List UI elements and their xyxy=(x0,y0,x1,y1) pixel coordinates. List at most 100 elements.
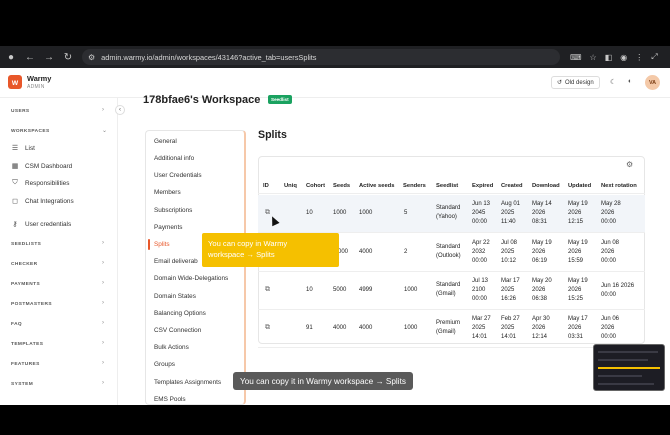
bookmark-star-icon[interactable]: ☆ xyxy=(590,53,597,62)
subnav-ems-pools[interactable]: EMS Pools xyxy=(154,396,186,403)
column-header[interactable]: Download xyxy=(532,183,560,189)
subnav-groups[interactable]: Groups xyxy=(154,361,175,368)
copy-icon[interactable]: ⧉ xyxy=(265,286,270,294)
download-cell: May 20 2026 06:38 xyxy=(532,277,552,304)
column-header[interactable]: Created xyxy=(501,183,523,189)
chevron-right-icon[interactable]: › xyxy=(102,280,104,286)
column-header[interactable]: Senders xyxy=(403,183,426,189)
sidebar-section-features[interactable]: FEATURES xyxy=(11,362,40,367)
subnav-additional-info[interactable]: Additional info xyxy=(154,155,194,162)
picture-in-picture-preview[interactable] xyxy=(593,344,665,391)
preview-line xyxy=(598,383,654,385)
copy-icon[interactable]: ⧉ xyxy=(265,324,270,332)
chevron-right-icon[interactable]: › xyxy=(102,380,104,386)
subnav-balancing-options[interactable]: Balancing Options xyxy=(154,310,206,317)
seeds-cell: 1000 xyxy=(333,210,347,216)
column-header[interactable]: Next rotation xyxy=(601,183,637,189)
tooltip-line: You can copy in Warmy xyxy=(208,239,288,248)
date-line: 00:00 xyxy=(601,258,617,264)
chevron-right-icon[interactable]: › xyxy=(102,260,104,266)
column-header[interactable]: Active seeds xyxy=(359,183,394,189)
sidebar-section-postmasters[interactable]: POSTMASTERS xyxy=(11,302,52,307)
column-header[interactable]: Expired xyxy=(472,183,493,189)
chevron-right-icon[interactable]: › xyxy=(102,240,104,246)
column-header[interactable]: ID xyxy=(263,183,269,189)
subnav-payments[interactable]: Payments xyxy=(154,224,182,231)
extensions-icon[interactable]: ◧ xyxy=(605,53,613,62)
column-header[interactable]: Uniq xyxy=(284,183,297,189)
table-row[interactable]: ⧉ 10 1000 1000 5 Standard (Yahoo) Jun 13 2… xyxy=(258,195,645,233)
subnav-members[interactable]: Members xyxy=(154,189,181,196)
address-bar[interactable]: ⚙ admin.warmy.io/admin/workspaces/43146?… xyxy=(82,49,560,65)
sidebar-section-seedlists[interactable]: SEEDLISTS xyxy=(11,242,41,247)
sidebar-collapse-button[interactable]: ‹ xyxy=(115,105,125,115)
chevron-right-icon[interactable]: › xyxy=(102,340,104,346)
sidebar-section-system[interactable]: SYSTEM xyxy=(11,382,33,387)
date-line: Aug 01 xyxy=(501,201,521,207)
sidebar-item-label: List xyxy=(25,144,35,152)
table-row[interactable]: ⧉ 91 4000 4000 1000 Premium (Gmail) Mar 2… xyxy=(258,310,645,348)
date-line: 2025 xyxy=(501,210,515,216)
sidebar-section-checker[interactable]: CHECKER xyxy=(11,262,38,267)
date-line: Jun 06 xyxy=(601,316,620,322)
senders-cell: 5 xyxy=(404,210,408,216)
chevron-right-icon[interactable]: › xyxy=(102,360,104,366)
site-settings-icon[interactable]: ⚙ xyxy=(88,53,95,62)
chevron-right-icon[interactable]: › xyxy=(102,300,104,306)
column-header[interactable]: Updated xyxy=(568,183,591,189)
created-cell: Aug 01 2025 11:40 xyxy=(501,200,520,227)
sidebar-section-users[interactable]: USERS xyxy=(11,109,30,114)
translate-icon[interactable]: ⌨ xyxy=(570,53,582,62)
profile-icon[interactable]: ◉ xyxy=(620,53,627,62)
seedlist-cell: Standard (Yahoo) xyxy=(436,204,460,222)
sidebar-item-csm-dashboard[interactable]: ▦ CSM Dashboard xyxy=(11,162,73,171)
gear-icon[interactable]: ⚙ xyxy=(626,160,633,169)
sidebar-section-workspaces[interactable]: WORKSPACES xyxy=(11,129,50,134)
column-header[interactable]: Seedlist xyxy=(436,183,458,189)
reload-icon[interactable]: ↻ xyxy=(60,49,76,65)
date-line: May 19 xyxy=(568,201,588,207)
back-arrow-icon[interactable]: ← xyxy=(22,49,38,65)
column-header[interactable]: Seeds xyxy=(333,183,350,189)
palette-icon[interactable]: ◐ xyxy=(628,78,632,85)
chevron-right-icon[interactable]: › xyxy=(102,320,104,326)
chevron-down-icon[interactable]: ⌄ xyxy=(102,127,107,134)
subnav-bulk-actions[interactable]: Bulk Actions xyxy=(154,344,189,351)
old-design-button[interactable]: ↺ Old design xyxy=(551,76,600,89)
chevron-right-icon[interactable]: › xyxy=(102,107,104,113)
date-line: 00:00 xyxy=(472,219,488,225)
copy-icon[interactable]: ⧉ xyxy=(265,209,270,217)
subnav-subscriptions[interactable]: Subscriptions xyxy=(154,207,192,214)
date-line: May 19 xyxy=(568,240,588,246)
date-line: Apr 22 xyxy=(472,240,490,246)
sidebar-item-list[interactable]: ☰ List xyxy=(11,144,35,153)
table-row[interactable]: ⧉ 10 5000 4999 1000 Standard (Gmail) Jul … xyxy=(258,272,645,310)
moon-icon[interactable]: ☾ xyxy=(610,78,616,86)
subnav-domain-wide-delegations[interactable]: Domain Wide-Delegations xyxy=(154,275,228,282)
menu-icon[interactable]: ⋮ xyxy=(635,53,643,62)
subnav-splits[interactable]: Splits xyxy=(154,241,170,248)
sidebar-section-templates[interactable]: TEMPLATES xyxy=(11,342,43,347)
sidebar-section-faq[interactable]: FAQ xyxy=(11,322,22,327)
toolbar-circle-icon[interactable]: ● xyxy=(3,49,19,65)
date-line: Feb 27 xyxy=(501,316,520,322)
expand-icon[interactable]: ⤢ xyxy=(651,52,657,62)
date-line: 00:00 xyxy=(472,258,488,264)
warmy-logo-icon[interactable]: w xyxy=(8,75,22,89)
user-avatar[interactable]: VA xyxy=(645,75,660,90)
sidebar-section-payments[interactable]: PAYMENTS xyxy=(11,282,40,287)
subnav-templates-assignments[interactable]: Templates Assignments xyxy=(154,379,221,386)
sidebar-item-user-credentials[interactable]: ⚷ User credentials xyxy=(11,220,71,229)
subnav-domain-states[interactable]: Domain States xyxy=(154,293,196,300)
subnav-email-deliverability[interactable]: Email deliverab xyxy=(154,258,198,265)
sidebar-item-chat-integrations[interactable]: ◻ Chat Integrations xyxy=(11,197,74,206)
sidebar-item-responsibilities[interactable]: ⛉ Responsibilities xyxy=(11,179,69,187)
subnav-csv-connection[interactable]: CSV Connection xyxy=(154,327,201,334)
subnav-general[interactable]: General xyxy=(154,138,177,145)
subnav-user-credentials[interactable]: User Credentials xyxy=(154,172,202,179)
seedlist-line: Standard xyxy=(436,244,461,250)
forward-arrow-icon[interactable]: → xyxy=(41,49,57,65)
date-line: 2026 xyxy=(532,325,546,331)
table-header: ID Uniq Cohort Seeds Active seeds Sender… xyxy=(258,180,645,194)
column-header[interactable]: Cohort xyxy=(306,183,325,189)
